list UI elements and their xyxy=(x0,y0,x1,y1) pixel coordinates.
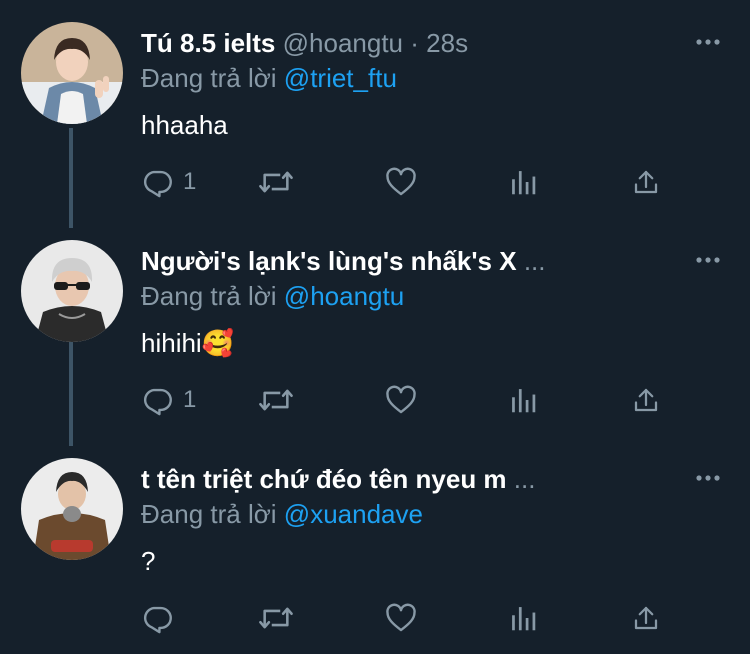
tweet-text: hihihi🥰 xyxy=(141,328,235,358)
avatar-photo-1 xyxy=(21,22,123,124)
analytics-button[interactable] xyxy=(508,382,538,418)
reply-button[interactable]: 1 xyxy=(141,164,196,200)
truncation-ellipsis: ... xyxy=(523,246,546,276)
share-button[interactable] xyxy=(631,600,661,636)
replying-to: Đang trả lời @triet_ftu xyxy=(141,62,397,94)
display-name[interactable]: t tên triệt chứ đéo tên nyeu m xyxy=(141,464,507,494)
share-button[interactable] xyxy=(631,382,661,418)
tweet-header: t tên triệt chứ đéo tên nyeu m ... xyxy=(141,462,670,496)
more-horizontal-icon xyxy=(696,257,720,263)
replying-prefix: Đang trả lời xyxy=(141,281,277,311)
tweet-actions xyxy=(141,600,681,636)
reply-icon xyxy=(143,388,172,416)
replying-to: Đang trả lời @hoangtu xyxy=(141,280,404,312)
analytics-button[interactable] xyxy=(508,600,538,636)
user-handle[interactable]: @hoangtu xyxy=(283,28,403,58)
share-icon xyxy=(634,606,658,630)
replying-to: Đang trả lời @xuandave xyxy=(141,498,423,530)
tweet-header: Người's lạnk's lùng's nhấk's X ... xyxy=(141,244,670,278)
tweet-text: ? xyxy=(141,546,156,576)
avatar-photo-2 xyxy=(21,240,123,342)
like-button[interactable] xyxy=(384,600,418,636)
share-icon xyxy=(634,170,658,194)
avatar[interactable] xyxy=(21,22,123,124)
retweet-icon xyxy=(259,389,293,411)
share-button[interactable] xyxy=(631,164,661,200)
replying-prefix: Đang trả lời xyxy=(141,63,277,93)
reply-button[interactable]: 1 xyxy=(141,382,196,418)
like-button[interactable] xyxy=(384,164,418,200)
retweet-button[interactable] xyxy=(257,600,295,636)
tweet-text: hhaaha xyxy=(141,110,228,140)
timestamp[interactable]: 28s xyxy=(426,28,468,58)
reply-button[interactable] xyxy=(141,600,183,636)
bar-chart-icon xyxy=(512,389,536,413)
more-options-button[interactable] xyxy=(694,466,722,490)
reply-icon xyxy=(143,170,172,198)
heart-icon xyxy=(386,167,416,196)
more-options-button[interactable] xyxy=(694,248,722,272)
bar-chart-icon xyxy=(512,607,536,631)
reply-icon xyxy=(143,606,172,634)
heart-icon xyxy=(386,385,416,414)
truncation-ellipsis: ... xyxy=(513,464,536,494)
tweet-2[interactable]: Người's lạnk's lùng's nhấk's X ... Đang … xyxy=(0,218,750,436)
retweet-icon xyxy=(259,171,293,193)
more-horizontal-icon xyxy=(696,39,720,45)
replying-to-mention[interactable]: @xuandave xyxy=(284,499,423,529)
retweet-button[interactable] xyxy=(257,382,295,418)
avatar[interactable] xyxy=(21,458,123,560)
analytics-button[interactable] xyxy=(508,164,538,200)
tweet-header: Tú 8.5 ielts @hoangtu · 28s xyxy=(141,26,670,60)
more-horizontal-icon xyxy=(696,475,720,481)
retweet-icon xyxy=(259,607,293,629)
more-options-button[interactable] xyxy=(694,30,722,54)
retweet-button[interactable] xyxy=(257,164,295,200)
replying-to-mention[interactable]: @hoangtu xyxy=(284,281,404,311)
display-name[interactable]: Tú 8.5 ielts xyxy=(141,28,275,58)
separator-dot: · xyxy=(410,28,419,58)
display-name[interactable]: Người's lạnk's lùng's nhấk's X xyxy=(141,246,517,276)
reply-count: 1 xyxy=(183,386,197,413)
heart-icon xyxy=(386,603,416,632)
reply-count: 1 xyxy=(183,168,197,195)
tweet-actions: 1 xyxy=(141,382,681,418)
tweet-3[interactable]: t tên triệt chứ đéo tên nyeu m ... Đang … xyxy=(0,436,750,654)
bar-chart-icon xyxy=(512,171,536,195)
avatar[interactable] xyxy=(21,240,123,342)
replying-to-mention[interactable]: @triet_ftu xyxy=(284,63,397,93)
like-button[interactable] xyxy=(384,382,418,418)
avatar-photo-3 xyxy=(21,458,123,560)
tweet-1[interactable]: Tú 8.5 ielts @hoangtu · 28s Đang trả lời… xyxy=(0,0,750,218)
share-icon xyxy=(634,388,658,412)
replying-prefix: Đang trả lời xyxy=(141,499,277,529)
tweet-actions: 1 xyxy=(141,164,681,200)
